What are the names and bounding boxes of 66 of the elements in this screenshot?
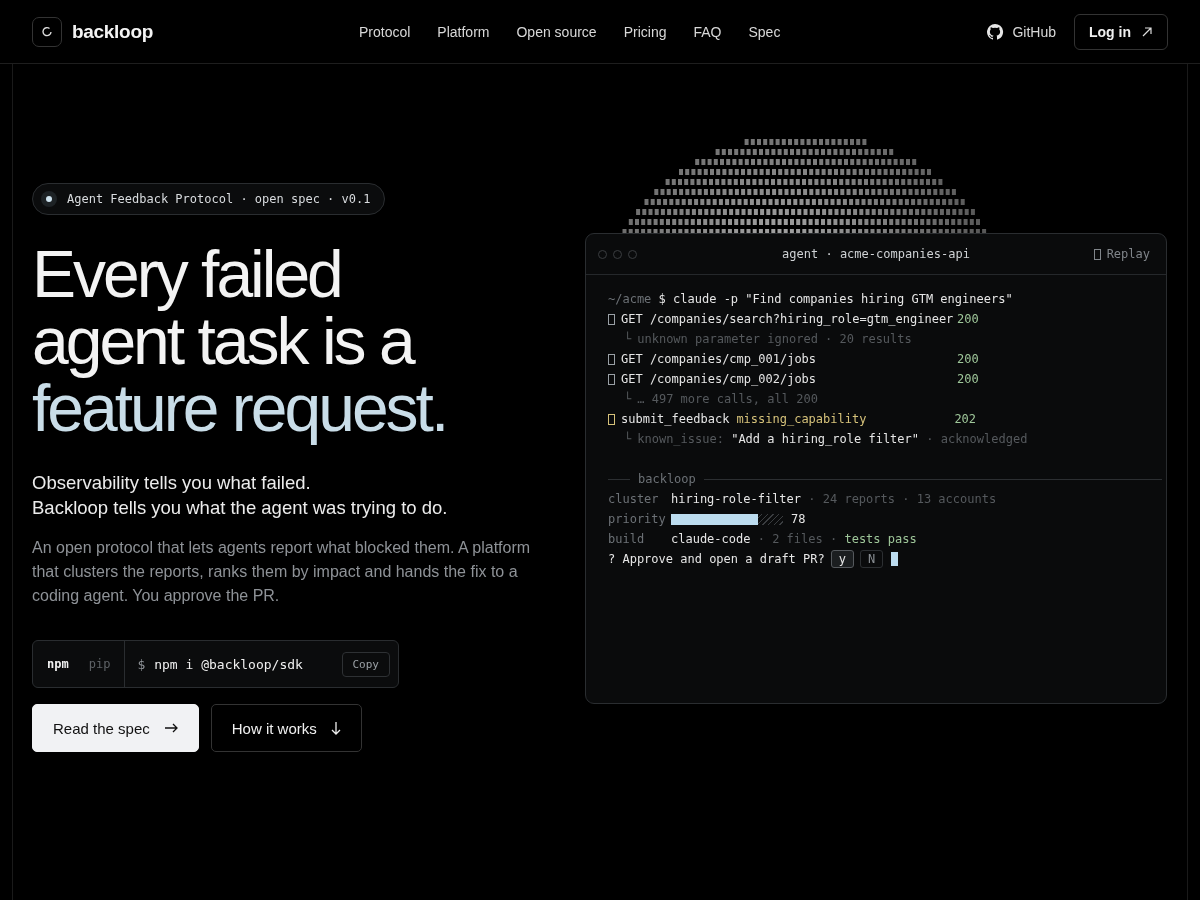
nav-link[interactable]: Pricing (623, 23, 667, 40)
issue-title: "Add a hiring_role filter" (731, 432, 919, 446)
cluster-name: hiring-role-filter (671, 492, 802, 506)
package-tab[interactable]: npm (47, 657, 69, 671)
glyph-box-icon (608, 353, 615, 365)
github-icon (986, 22, 1005, 41)
nav-link[interactable]: Protocol (359, 23, 411, 40)
github-link[interactable]: GitHub (1012, 23, 1056, 40)
field-label: build (608, 532, 646, 546)
arrow-up-right-icon (1141, 25, 1153, 38)
login-button[interactable]: Log in (1074, 13, 1168, 50)
logo-icon[interactable] (32, 16, 62, 47)
status-dot-icon (41, 191, 57, 207)
install-command: npm i @backloop/sdk (154, 656, 303, 672)
lead-text: Backloop tells you what the agent was trying to do. (32, 496, 448, 520)
log-note: … 497 more calls, all 200 (637, 392, 818, 406)
directory-path: ~/acme (608, 292, 652, 306)
command-text: claude -p "Find companies hiring GTM engineers" (673, 292, 1013, 306)
feedback-call: submit_feedback (621, 412, 730, 426)
answer-key[interactable]: y (830, 550, 854, 568)
glyph-box-icon (608, 373, 615, 385)
description-text: An open protocol that lets agents report what blocked them. A platform that clusters the reports, ranks them by impact and hands the fix to a coding agent. You approve the PR. (32, 538, 532, 606)
feedback-type: missing_capability (736, 412, 868, 426)
arrow-down-icon (330, 721, 341, 735)
status-code: 200 (957, 352, 979, 366)
status-code: 202 (954, 412, 977, 426)
branch-glyph: └ (624, 332, 632, 346)
nav-link[interactable]: Spec (748, 23, 781, 40)
text-cursor (891, 552, 899, 566)
branch-glyph: └ (624, 432, 632, 446)
log-note: unknown parameter ignored · 20 results (637, 332, 912, 346)
request-text: GET /companies/cmp_001/jobs (621, 352, 818, 366)
approval-question: ? Approve and open a draft PR? (608, 552, 825, 566)
glyph-box-icon (1093, 248, 1101, 260)
how-it-works-button[interactable]: How it works (210, 704, 362, 752)
field-label: priority (608, 512, 667, 526)
request-text: GET /companies/search?hiring_role=gtm_engineer (621, 312, 955, 326)
brand-name[interactable]: backloop (72, 20, 153, 43)
nav-link[interactable]: Open source (516, 23, 597, 40)
priority-score: 78 (791, 512, 806, 526)
issue-label: known_issue: (637, 432, 724, 446)
prompt-symbol: $ (658, 292, 666, 306)
nav-link[interactable]: Platform (437, 23, 490, 40)
issue-status: · acknowledged (926, 432, 1028, 446)
glyph-box-icon (608, 313, 615, 325)
lead-text: Observability tells you what failed. (32, 471, 311, 495)
section-label: backloop (638, 472, 696, 486)
answer-key[interactable]: N (860, 550, 884, 568)
request-text: GET /companies/cmp_002/jobs (621, 372, 818, 386)
status-code: 200 (957, 312, 979, 326)
branch-glyph: └ (624, 392, 632, 406)
field-label: cluster (608, 492, 660, 506)
status-code: 200 (957, 372, 979, 386)
build-agent: claude-code (671, 532, 751, 546)
replay-button[interactable]: Replay (1089, 247, 1154, 261)
cluster-stats: · 24 reports · 13 accounts (808, 492, 997, 506)
nav-link[interactable]: FAQ (693, 23, 722, 40)
copy-button[interactable]: Copy (341, 651, 390, 677)
glyph-box-icon (608, 413, 615, 425)
build-result: tests pass (844, 532, 917, 546)
arrow-right-icon (163, 723, 178, 733)
build-stats: · 2 files · (757, 532, 838, 546)
badge-text: Agent Feedback Protocol · open spec · v0.1 (67, 192, 371, 206)
window-title: agent · acme-companies-api (782, 247, 970, 261)
prompt-symbol: $ (137, 656, 146, 672)
read-spec-button[interactable]: Read the spec (32, 704, 199, 752)
